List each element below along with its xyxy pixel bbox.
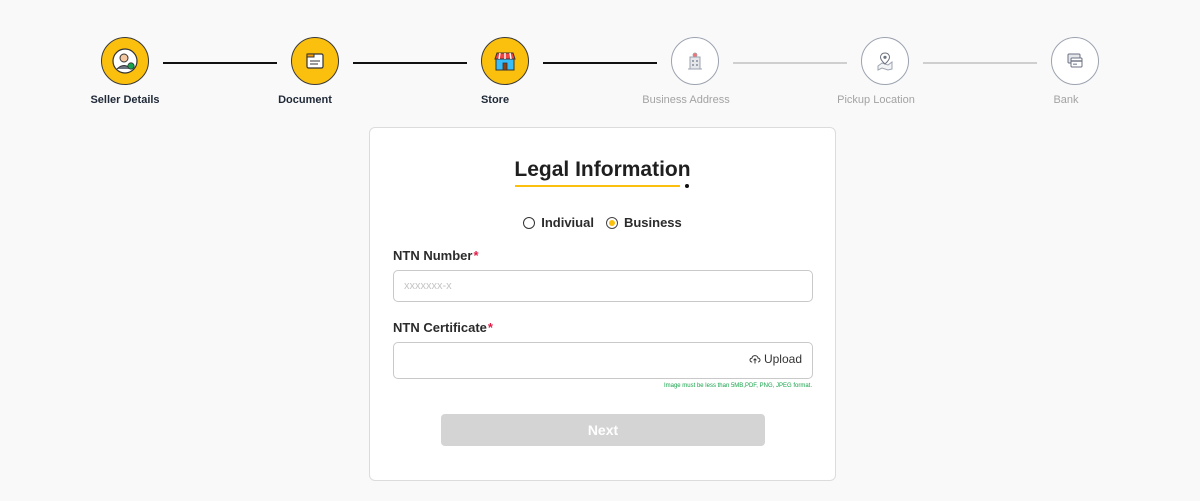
step-store[interactable] — [481, 37, 529, 85]
title-underline — [515, 185, 680, 187]
step-connector — [923, 62, 1037, 64]
radio-option-business[interactable]: Business — [605, 215, 682, 230]
upload-label: Upload — [763, 352, 802, 366]
step-connector — [733, 62, 847, 64]
upload-button[interactable]: Upload — [749, 352, 802, 366]
ntn-certificate-upload-field[interactable]: Upload — [393, 342, 813, 379]
next-button[interactable]: Next — [441, 414, 765, 446]
step-label-bank: Bank — [1053, 94, 1079, 106]
step-label-store: Store — [480, 94, 510, 106]
step-label-document: Document — [278, 94, 332, 106]
entity-type-radio-group: Indiviual Business — [370, 215, 835, 230]
step-pickup-location[interactable] — [861, 37, 909, 85]
title-dot — [685, 184, 689, 188]
radio-business[interactable] — [605, 216, 618, 229]
radio-label-individual: Indiviual — [541, 215, 594, 230]
ntn-certificate-label-text: NTN Certificate — [393, 320, 487, 335]
ntn-certificate-label: NTN Certificate* — [393, 320, 493, 335]
step-label-seller-details: Seller Details — [90, 94, 160, 106]
step-document[interactable] — [291, 37, 339, 85]
required-mark: * — [473, 248, 479, 263]
step-connector — [543, 62, 657, 64]
step-connector — [163, 62, 277, 64]
step-seller-details[interactable] — [101, 37, 149, 85]
cloud-upload-icon — [749, 355, 761, 364]
ntn-number-label-text: NTN Number — [393, 248, 473, 263]
bank-card-icon — [1067, 53, 1083, 68]
building-icon — [688, 52, 702, 70]
progress-stepper: Seller Details Document Store Business A… — [0, 0, 1200, 120]
step-label-pickup-location: Pickup Location — [837, 94, 915, 106]
document-folder-icon — [306, 53, 324, 69]
legal-information-card: Legal Information Indiviual Business NTN… — [369, 127, 836, 481]
step-business-address[interactable] — [671, 37, 719, 85]
ntn-number-label: NTN Number* — [393, 248, 479, 263]
radio-option-individual[interactable]: Indiviual — [523, 215, 594, 230]
step-label-business-address: Business Address — [642, 94, 730, 106]
required-mark: * — [487, 320, 493, 335]
page-title: Legal Information — [514, 158, 691, 181]
step-bank[interactable] — [1051, 37, 1099, 85]
radio-individual[interactable] — [523, 216, 536, 229]
ntn-number-input[interactable] — [393, 270, 813, 302]
file-format-hint: Image must be less than 5MB,PDF, PNG, JP… — [663, 383, 812, 389]
step-connector — [353, 62, 467, 64]
radio-label-business: Business — [623, 215, 682, 230]
store-front-icon — [494, 52, 516, 71]
seller-avatar-icon — [112, 48, 138, 74]
map-pin-icon — [877, 52, 893, 71]
